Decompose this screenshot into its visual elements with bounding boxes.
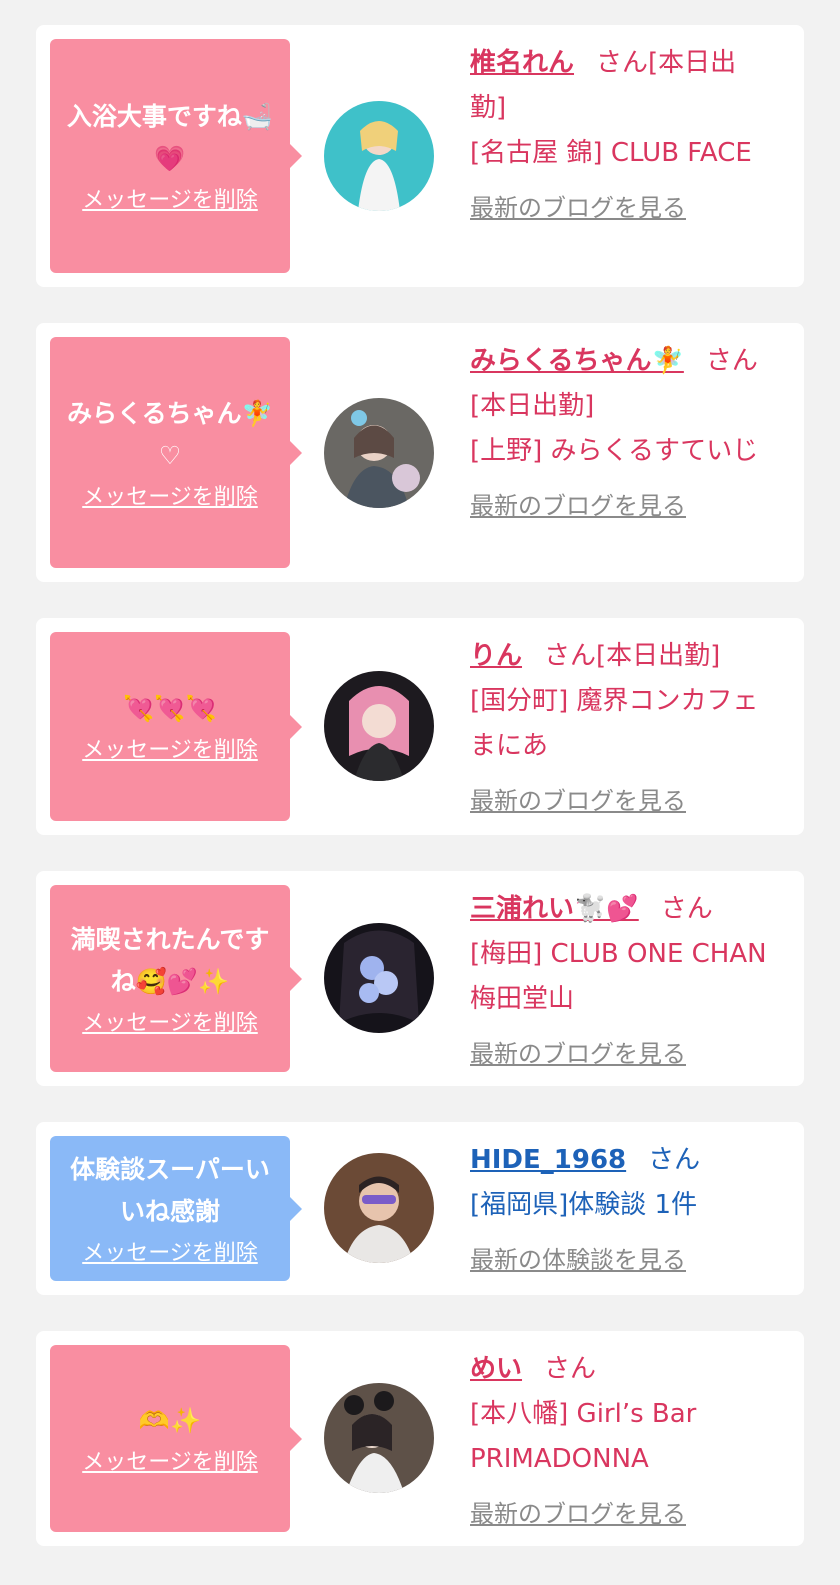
profile-name-link[interactable]: みらくるちゃん🧚	[470, 346, 684, 376]
profile-info: めい さん [本八幡] Girl’s Bar PRIMADONNA 最新のブログを…	[470, 1347, 770, 1537]
message-bubble: 💘💘💘 メッセージを削除	[50, 632, 302, 821]
avatar[interactable]	[324, 1383, 434, 1493]
profile-info: 三浦れい🐩💕 さん [梅田] CLUB ONE CHAN 梅田堂山 最新のブログを…	[470, 887, 770, 1077]
message-bubble: 🫶✨ メッセージを削除	[50, 1345, 302, 1532]
shop-info: [本八幡] Girl’s Bar PRIMADONNA	[470, 1399, 697, 1474]
profile-name-link[interactable]: めい	[470, 1354, 522, 1384]
delete-message-button[interactable]: メッセージを削除	[82, 1448, 258, 1478]
honorific-status: さん[本日出勤]	[544, 641, 721, 671]
profile-info: 椎名れん さん[本日出勤] [名古屋 錦] CLUB FACE 最新のブログを見る	[470, 41, 770, 231]
latest-blog-link[interactable]: 最新のブログを見る	[470, 779, 770, 824]
message-bubble: 体験談スーパーいいね感謝 メッセージを削除	[50, 1136, 302, 1281]
message-card: 満喫されたんですね🥰💕✨ メッセージを削除 三浦れい🐩💕 さん [梅田] CLUB…	[36, 871, 804, 1086]
avatar[interactable]	[324, 923, 434, 1033]
message-text: 🫶✨	[138, 1405, 202, 1435]
delete-message-button[interactable]: メッセージを削除	[82, 736, 258, 766]
delete-message-button[interactable]: メッセージを削除	[82, 186, 258, 216]
message-card: 💘💘💘 メッセージを削除 りん さん[本日出勤] [国分町] 魔界コンカフェ まに…	[36, 618, 804, 835]
message-card: みらくるちゃん🧚♡ メッセージを削除 みらくるちゃん🧚 さん[本日出勤] [上野]…	[36, 323, 804, 582]
latest-blog-link[interactable]: 最新のブログを見る	[470, 1492, 770, 1537]
latest-experience-link[interactable]: 最新の体験談を見る	[470, 1238, 770, 1283]
message-bubble: 満喫されたんですね🥰💕✨ メッセージを削除	[50, 885, 302, 1072]
shop-info: [国分町] 魔界コンカフェ まにあ	[470, 686, 759, 761]
avatar[interactable]	[324, 101, 434, 211]
delete-message-button[interactable]: メッセージを削除	[82, 1009, 258, 1039]
message-text: 入浴大事ですね🛁💗	[66, 102, 274, 173]
message-list: 入浴大事ですね🛁💗 メッセージを削除 椎名れん さん[本日出勤] [名古屋 錦] …	[0, 0, 840, 1546]
message-card: 体験談スーパーいいね感謝 メッセージを削除 HIDE_1968 さん [福岡県]体…	[36, 1122, 804, 1295]
profile-name-link[interactable]: りん	[470, 641, 522, 671]
message-text: 💘💘💘	[123, 693, 217, 723]
shop-info: [梅田] CLUB ONE CHAN 梅田堂山	[470, 939, 767, 1014]
latest-blog-link[interactable]: 最新のブログを見る	[470, 1032, 770, 1077]
honorific-status: さん	[544, 1354, 597, 1384]
profile-info: みらくるちゃん🧚 さん[本日出勤] [上野] みらくるすていじ 最新のブログを見る	[470, 339, 770, 529]
profile-info: HIDE_1968 さん [福岡県]体験談 1件 最新の体験談を見る	[470, 1138, 770, 1283]
shop-info: [福岡県]体験談 1件	[470, 1190, 698, 1220]
latest-blog-link[interactable]: 最新のブログを見る	[470, 186, 770, 231]
profile-name-link[interactable]: 椎名れん	[470, 48, 574, 78]
delete-message-button[interactable]: メッセージを削除	[82, 1239, 258, 1269]
message-text: 満喫されたんですね🥰💕✨	[70, 924, 270, 996]
message-text: みらくるちゃん🧚♡	[67, 398, 273, 470]
avatar[interactable]	[324, 1153, 434, 1263]
shop-info: [上野] みらくるすていじ	[470, 436, 759, 466]
honorific-status: さん	[660, 894, 713, 924]
profile-name-link[interactable]: HIDE_1968	[470, 1145, 626, 1175]
message-text: 体験談スーパーいいね感謝	[70, 1154, 270, 1226]
profile-info: りん さん[本日出勤] [国分町] 魔界コンカフェ まにあ 最新のブログを見る	[470, 634, 770, 824]
message-card: 入浴大事ですね🛁💗 メッセージを削除 椎名れん さん[本日出勤] [名古屋 錦] …	[36, 25, 804, 287]
shop-info: [名古屋 錦] CLUB FACE	[470, 138, 752, 168]
avatar[interactable]	[324, 398, 434, 508]
message-bubble: 入浴大事ですね🛁💗 メッセージを削除	[50, 39, 302, 273]
honorific-status: さん	[648, 1145, 701, 1175]
avatar[interactable]	[324, 671, 434, 781]
message-card: 🫶✨ メッセージを削除 めい さん [本八幡] Girl’s Bar PRIMAD…	[36, 1331, 804, 1546]
latest-blog-link[interactable]: 最新のブログを見る	[470, 484, 770, 529]
delete-message-button[interactable]: メッセージを削除	[82, 483, 258, 513]
message-bubble: みらくるちゃん🧚♡ メッセージを削除	[50, 337, 302, 568]
profile-name-link[interactable]: 三浦れい🐩💕	[470, 894, 639, 924]
